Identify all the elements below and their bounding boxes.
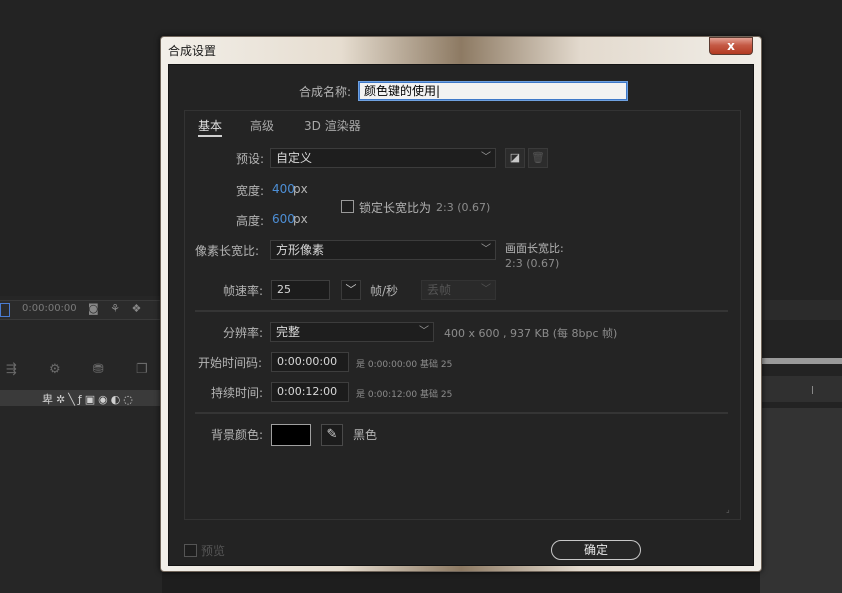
dialog-titlebar[interactable]: 合成设置 x bbox=[161, 37, 761, 63]
delete-preset-icon[interactable]: 🗑 bbox=[528, 148, 548, 168]
timeline-track-area bbox=[760, 408, 842, 593]
start-timecode-label: 开始时间码: bbox=[198, 356, 263, 370]
settings-group: 基本 高级 3D 渲染器 预设: 自定义 ﹀ ◪ 🗑 宽度: 400 px 高度… bbox=[184, 110, 741, 520]
preset-dropdown[interactable]: 自定义 ﹀ bbox=[270, 148, 496, 168]
frame-rate-label: 帧速率: bbox=[223, 284, 264, 298]
height-label: 高度: bbox=[236, 214, 265, 228]
dialog-client-area: 合成名称: 颜色键的使用| 基本 高级 3D 渲染器 预设: 自定义 ﹀ ◪ 🗑… bbox=[168, 64, 754, 566]
pixel-aspect-dropdown[interactable]: 方形像素 ﹀ bbox=[270, 240, 496, 260]
start-timecode-input[interactable]: 0:00:00:00 bbox=[271, 352, 349, 372]
height-value[interactable]: 600 bbox=[272, 212, 295, 226]
timeline-tool-icons[interactable]: ◙ ⚘ ❖ bbox=[88, 302, 145, 315]
layer-switch-icons[interactable]: 卑✲╲ƒ▣◉◐◌ bbox=[42, 391, 136, 407]
time-ruler-tick bbox=[812, 386, 813, 394]
frame-rate-unit: 帧/秒 bbox=[370, 284, 399, 298]
resolution-dropdown[interactable]: 完整 ﹀ bbox=[270, 322, 434, 342]
bg-color-label: 背景颜色: bbox=[211, 428, 264, 442]
save-preset-icon[interactable]: ◪ bbox=[505, 148, 525, 168]
composition-settings-dialog: 合成设置 x 合成名称: 颜色键的使用| 基本 高级 3D 渲染器 预设: 自定… bbox=[160, 36, 762, 572]
lock-aspect-checkbox[interactable] bbox=[341, 200, 354, 213]
resolution-info: 400 x 600 , 937 KB (每 8bpc 帧) bbox=[444, 327, 618, 340]
panel-marker-icon[interactable] bbox=[0, 303, 10, 317]
width-value[interactable]: 400 bbox=[272, 182, 295, 196]
duration-input[interactable]: 0:00:12:00 bbox=[271, 382, 349, 402]
drop-frame-value: 丢帧 bbox=[427, 283, 452, 297]
resolution-value: 完整 bbox=[276, 325, 301, 339]
resolution-label: 分辨率: bbox=[223, 326, 264, 340]
width-unit: px bbox=[293, 182, 308, 196]
start-timecode-is: 是 0:00:00:00 bbox=[356, 360, 418, 370]
preset-label: 预设: bbox=[236, 152, 265, 166]
separator bbox=[195, 412, 728, 414]
height-unit: px bbox=[293, 212, 308, 226]
comp-name-label: 合成名称: bbox=[299, 85, 352, 99]
timeline-panel-left bbox=[0, 296, 162, 593]
drop-frame-dropdown[interactable]: 丢帧 ﹀ bbox=[421, 280, 496, 300]
time-ruler[interactable] bbox=[760, 376, 842, 402]
frame-aspect-label: 画面长宽比: bbox=[505, 242, 564, 255]
pixel-aspect-label: 像素长宽比: bbox=[195, 244, 260, 258]
ok-button[interactable]: 确定 bbox=[551, 540, 641, 560]
width-label: 宽度: bbox=[236, 184, 265, 198]
frame-rate-input[interactable]: 25 bbox=[271, 280, 330, 300]
frame-aspect-value: 2:3 (0.67) bbox=[505, 257, 560, 270]
preview-label: 预览 bbox=[201, 544, 226, 558]
tab-advanced[interactable]: 高级 bbox=[250, 117, 274, 134]
pixel-aspect-value: 方形像素 bbox=[276, 243, 325, 257]
work-area-bar[interactable] bbox=[762, 358, 842, 364]
close-button[interactable]: x bbox=[709, 37, 753, 55]
bg-color-name: 黑色 bbox=[353, 428, 378, 442]
lock-aspect-ratio: 2:3 (0.67) bbox=[436, 201, 491, 214]
frame-rate-chevron-down-icon[interactable]: ﹀ bbox=[341, 280, 361, 300]
timeline-timecode[interactable]: 0:00:00:00 bbox=[22, 303, 77, 314]
comp-name-value: 颜色键的使用 bbox=[364, 84, 437, 98]
tab-basic[interactable]: 基本 bbox=[198, 117, 223, 137]
dialog-title: 合成设置 bbox=[168, 44, 217, 58]
tab-3d-renderer[interactable]: 3D 渲染器 bbox=[304, 117, 361, 134]
preview-checkbox[interactable] bbox=[184, 544, 197, 557]
lock-aspect-label: 锁定长宽比为 bbox=[359, 201, 432, 215]
duration-label: 持续时间: bbox=[211, 386, 264, 400]
chevron-down-icon: ﹀ bbox=[481, 284, 491, 295]
preset-value: 自定义 bbox=[276, 151, 313, 165]
duration-is: 是 0:00:12:00 bbox=[356, 390, 418, 400]
separator bbox=[195, 310, 728, 312]
resize-grip-icon[interactable]: ⌟ bbox=[726, 505, 730, 514]
timeline-right-header bbox=[760, 300, 842, 320]
comp-name-input[interactable]: 颜色键的使用| bbox=[359, 82, 627, 100]
chevron-down-icon: ﹀ bbox=[481, 152, 491, 163]
start-timecode-base: 基础 25 bbox=[420, 360, 453, 370]
bg-color-swatch[interactable] bbox=[271, 424, 311, 446]
duration-base: 基础 25 bbox=[420, 390, 453, 400]
chevron-down-icon: ﹀ bbox=[419, 326, 429, 337]
eyedropper-icon[interactable]: ✎ bbox=[321, 424, 343, 446]
chevron-down-icon: ﹀ bbox=[481, 244, 491, 255]
